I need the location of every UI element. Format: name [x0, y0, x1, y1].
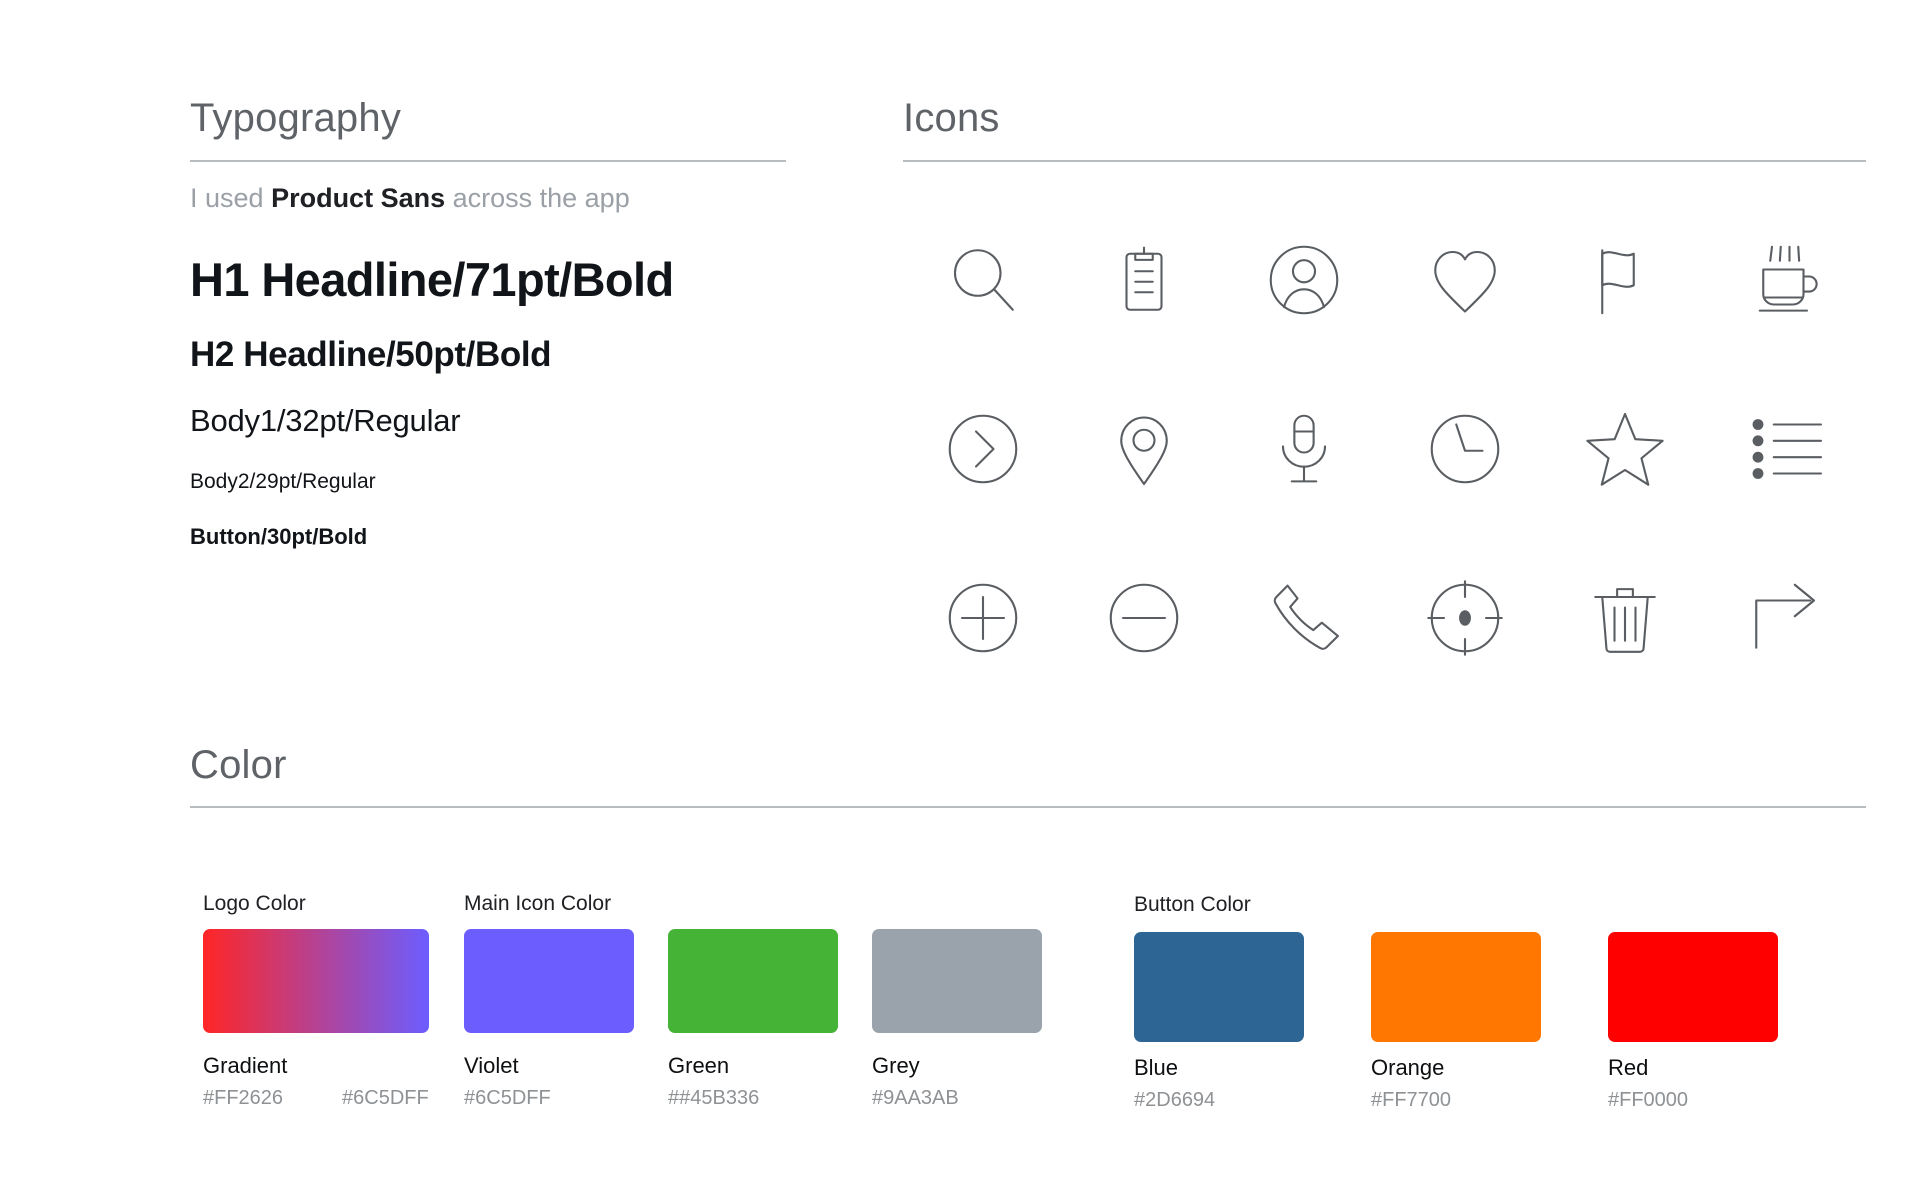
group-label-main-icon-color: Main Icon Color [464, 892, 612, 915]
green-chip-hex: ##45B336 [668, 1087, 760, 1109]
typography-intro: I used Product Sans across the app [190, 183, 786, 214]
grey-chip-name: Grey [872, 1053, 920, 1078]
coffee-cup-icon[interactable] [1744, 238, 1828, 322]
group-label-logo-color: Logo Color [203, 892, 306, 915]
typography-samples: H1 Headline/71pt/Bold H2 Headline/50pt/B… [190, 253, 786, 550]
orange-color-chip[interactable] [1371, 932, 1541, 1042]
blue-chip-hex: #2D6694 [1134, 1089, 1216, 1111]
share-arrow-icon[interactable] [1744, 576, 1828, 660]
user-circle-icon[interactable] [1262, 238, 1346, 322]
green-chip-name: Green [668, 1053, 730, 1078]
blue-color-chip[interactable] [1134, 932, 1304, 1042]
microphone-icon[interactable] [1262, 407, 1346, 491]
target-icon[interactable] [1423, 576, 1507, 660]
type-sample-button: Button/30pt/Bold [190, 524, 368, 550]
icons-divider [903, 160, 1866, 162]
green-color-chip[interactable] [668, 929, 838, 1033]
grey-chip-hex: #9AA3AB [872, 1087, 959, 1109]
color-swatch-area: Logo Color Main Icon Color Button Color … [190, 808, 1866, 1110]
violet-chip-name: Violet [464, 1053, 519, 1078]
phone-icon[interactable] [1262, 576, 1346, 660]
icons-section: Icons [903, 98, 1866, 702]
typography-intro-highlight: Product Sans [271, 183, 446, 213]
type-sample-body1: Body1/32pt/Regular [190, 402, 461, 438]
flag-icon[interactable] [1583, 238, 1667, 322]
heart-icon[interactable] [1423, 238, 1507, 322]
minus-circle-icon[interactable] [1102, 576, 1186, 660]
typography-intro-before: I used [190, 183, 272, 213]
clipboard-icon[interactable] [1102, 238, 1186, 322]
gradient-chip-hex-end: #6C5DFF [342, 1087, 429, 1109]
type-sample-h1: H1 Headline/71pt/Bold [190, 253, 674, 307]
blue-chip-name: Blue [1134, 1055, 1179, 1080]
chevron-right-circle-icon[interactable] [941, 407, 1025, 491]
icons-section-title: Icons [903, 96, 1000, 140]
plus-circle-icon[interactable] [941, 576, 1025, 660]
clock-icon[interactable] [1423, 407, 1507, 491]
location-pin-icon[interactable] [1102, 407, 1186, 491]
typography-section: Typography I used Product Sans across th… [190, 98, 786, 550]
gradient-chip-name: Gradient [203, 1053, 288, 1078]
red-color-chip[interactable] [1608, 932, 1778, 1042]
violet-chip-hex: #6C5DFF [464, 1087, 551, 1109]
trash-icon[interactable] [1583, 576, 1667, 660]
search-icon[interactable] [941, 238, 1025, 322]
list-icon[interactable] [1744, 407, 1828, 491]
typography-divider [190, 160, 786, 162]
red-chip-hex: #FF0000 [1608, 1089, 1689, 1111]
typography-section-title: Typography [190, 96, 402, 140]
color-section: Color Logo Color Main Icon Color Button … [190, 743, 1866, 1110]
group-label-button-color: Button Color [1134, 893, 1251, 916]
star-icon[interactable] [1583, 407, 1667, 491]
violet-color-chip[interactable] [464, 929, 634, 1033]
icon-grid [903, 195, 1866, 702]
color-section-title: Color [190, 743, 287, 787]
gradient-color-chip[interactable] [203, 929, 429, 1033]
orange-chip-hex: #FF7700 [1371, 1089, 1452, 1111]
type-sample-body2: Body2/29pt/Regular [190, 469, 376, 493]
typography-intro-after: across the app [445, 183, 630, 213]
red-chip-name: Red [1608, 1055, 1649, 1080]
type-sample-h2: H2 Headline/50pt/Bold [190, 334, 552, 374]
grey-color-chip[interactable] [872, 929, 1042, 1033]
gradient-chip-hex-start: #FF2626 [203, 1087, 284, 1109]
orange-chip-name: Orange [1371, 1055, 1445, 1080]
